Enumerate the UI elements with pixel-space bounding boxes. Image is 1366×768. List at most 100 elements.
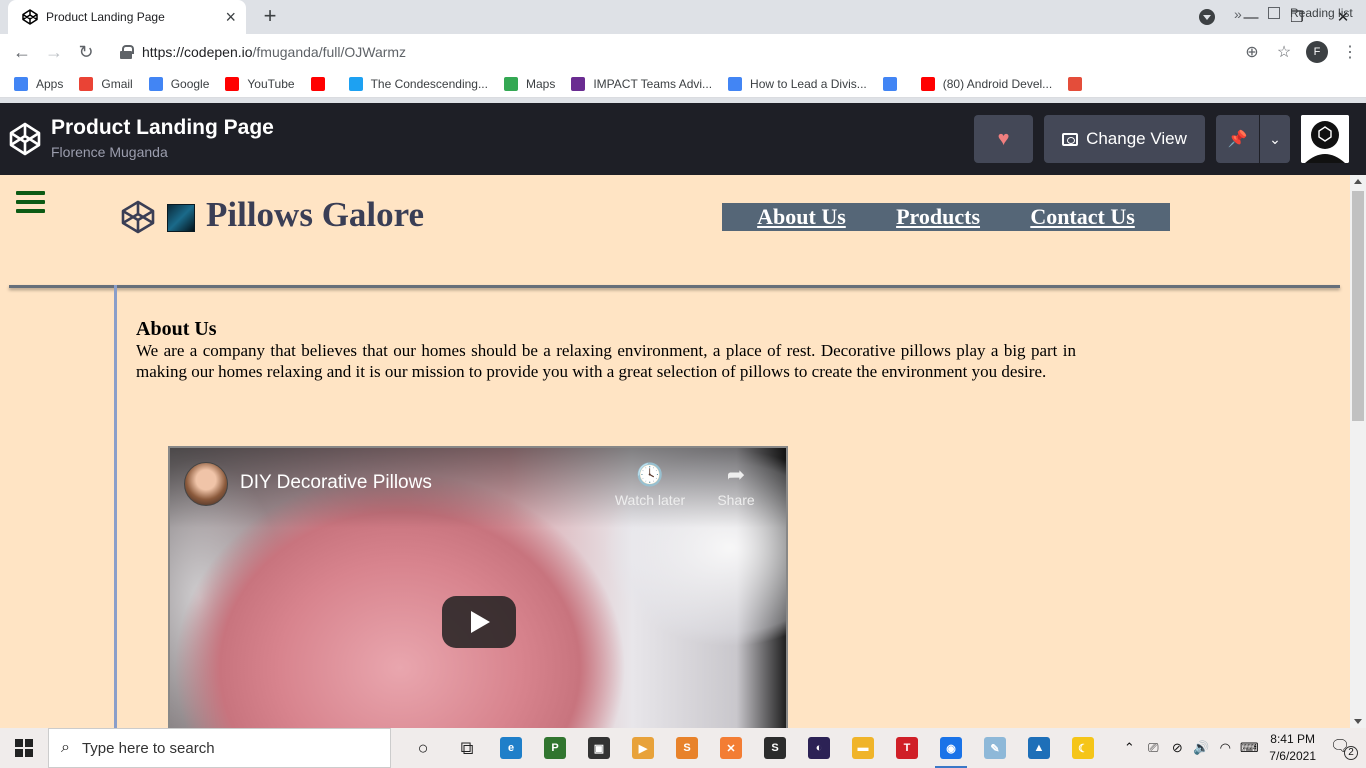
taskbar-app[interactable]: ▶ — [621, 728, 665, 768]
taskbar-search[interactable]: ⌕ Type here to search — [48, 728, 391, 768]
media-player-icon: ▶ — [632, 737, 654, 759]
taskbar-search-placeholder: Type here to search — [81, 739, 215, 757]
bookmark-item[interactable] — [310, 76, 333, 91]
notification-center-icon[interactable]: 🗨 2 — [1330, 736, 1358, 760]
tw-icon — [348, 76, 363, 91]
new-tab-button[interactable]: + — [258, 5, 282, 29]
start-button[interactable] — [0, 728, 48, 768]
nav-link-about[interactable]: About Us — [757, 204, 846, 230]
hamburger-menu-icon[interactable] — [16, 191, 45, 213]
pin-button[interactable]: 📌 — [1216, 115, 1259, 163]
bookmark-label: (80) Android Devel... — [942, 76, 1053, 91]
scroll-down-icon[interactable] — [1354, 719, 1362, 724]
content-border — [114, 285, 117, 728]
taskbar-app[interactable]: ⧉ — [445, 728, 489, 768]
tab-close-icon[interactable]: × — [225, 8, 236, 26]
bookmark-item[interactable]: Maps — [503, 76, 556, 91]
bookmarks-overflow-icon[interactable]: » — [1234, 6, 1242, 22]
taskbar-app[interactable]: ✕ — [709, 728, 753, 768]
site-header-image — [167, 204, 195, 232]
bookmark-item[interactable]: IMPACT Teams Advi... — [571, 76, 712, 91]
bookmark-item[interactable] — [882, 76, 905, 91]
video-player[interactable]: DIY Decorative Pillows 🕓 Watch later ➦ S… — [168, 446, 788, 728]
wifi-icon[interactable]: ◠ — [1213, 740, 1237, 756]
windows-taskbar: ⌕ Type here to search ○ ⧉ e P ▣ ▶ S ✕ S ◐ ▬ T ◉ ✎ ▲ ☾ ⌃… — [0, 728, 1366, 768]
taskbar-apps: ○ ⧉ e P ▣ ▶ S ✕ S ◐ ▬ T ◉ ✎ ▲ ☾ — [401, 728, 1105, 768]
back-icon[interactable]: ← — [6, 36, 38, 68]
nav-link-contact[interactable]: Contact Us — [1030, 204, 1135, 230]
pen-author[interactable]: Florence Muganda — [51, 144, 168, 160]
bookmark-item[interactable]: YouTube — [225, 76, 295, 91]
address-bar[interactable]: https://codepen.io/fmuganda/full/OJWarmz — [110, 36, 1294, 68]
bookmark-label: Maps — [525, 76, 556, 91]
change-view-button[interactable]: Change View — [1044, 115, 1205, 163]
codepen-logo-icon[interactable] — [8, 122, 42, 156]
tab-search-icon[interactable] — [1199, 9, 1215, 25]
preview-scrollbar[interactable] — [1350, 175, 1366, 728]
meet-now-icon[interactable]: ⎚ — [1141, 740, 1165, 756]
apps-grid-icon — [14, 76, 28, 91]
bookmark-label: Gmail — [101, 76, 133, 91]
tray-overflow-icon[interactable]: ⌃ — [1117, 740, 1141, 756]
menu-kebab-icon[interactable]: ⋮ — [1334, 42, 1366, 62]
nav-link-products[interactable]: Products — [896, 204, 980, 230]
google-icon — [148, 76, 163, 91]
taskbar-app[interactable]: S — [665, 728, 709, 768]
tab-title: Product Landing Page — [46, 10, 165, 24]
volume-icon[interactable]: 🔊 — [1189, 740, 1213, 756]
reading-list-label: Reading list — [1290, 6, 1353, 20]
impact-icon — [571, 76, 586, 91]
clock-time: 8:41 PM — [1270, 732, 1315, 746]
r-icon — [1068, 76, 1083, 91]
taskbar-app[interactable]: ○ — [401, 728, 445, 768]
taskbar-app[interactable]: e — [489, 728, 533, 768]
taskbar-app[interactable]: ✎ — [973, 728, 1017, 768]
share-button[interactable]: ➦ Share — [696, 462, 776, 508]
video-title[interactable]: DIY Decorative Pillows — [240, 472, 432, 494]
clock-icon: 🕓 — [636, 462, 664, 487]
forward-icon[interactable]: → — [38, 36, 70, 68]
scroll-up-icon[interactable] — [1354, 179, 1362, 184]
watch-later-label: Watch later — [614, 492, 686, 508]
bookmark-item[interactable]: Gmail — [79, 76, 133, 91]
url-text[interactable]: https://codepen.io/fmuganda/full/OJWarmz — [142, 44, 406, 60]
taskbar-app[interactable]: ◉ — [929, 728, 973, 768]
zoom-icon[interactable]: ⊕ — [1236, 42, 1268, 62]
profile-avatar[interactable]: F — [1306, 41, 1328, 63]
taskbar-app[interactable]: ▲ — [1017, 728, 1061, 768]
bookmark-star-icon[interactable]: ☆ — [1268, 42, 1300, 62]
bookmark-item[interactable]: Apps — [14, 76, 63, 91]
reading-list-button[interactable]: Reading list — [1268, 6, 1353, 20]
scroll-thumb[interactable] — [1352, 191, 1364, 421]
pin-dropdown-button[interactable]: ⌄ — [1260, 115, 1290, 163]
taskbar-app[interactable]: S — [753, 728, 797, 768]
input-language-icon[interactable]: ⌨ — [1237, 740, 1261, 756]
lock-icon[interactable] — [120, 45, 134, 59]
heart-button[interactable]: ♥ — [974, 115, 1033, 163]
taskbar-app[interactable]: ☾ — [1061, 728, 1105, 768]
taskbar-app[interactable]: ◐ — [797, 728, 841, 768]
search-icon: ⌕ — [61, 739, 70, 756]
network-off-icon[interactable]: ⊘ — [1165, 740, 1189, 756]
bookmark-item[interactable]: How to Lead a Divis... — [728, 76, 867, 91]
chrome-icon: ◉ — [940, 737, 962, 759]
taskbar-app[interactable]: T — [885, 728, 929, 768]
taskbar-app[interactable]: ▬ — [841, 728, 885, 768]
bookmark-item[interactable]: Google — [148, 76, 209, 91]
heart-icon: ♥ — [997, 127, 1010, 150]
play-button-icon[interactable] — [442, 596, 516, 648]
system-tray: ⌃ ⎚ ⊘ 🔊 ◠ ⌨ 8:41 PM 7/6/2021 🗨 2 — [1117, 728, 1366, 768]
watch-later-button[interactable]: 🕓 Watch later — [610, 462, 690, 508]
night-light-icon: ☾ — [1072, 737, 1094, 759]
taskbar-app[interactable]: ▣ — [577, 728, 621, 768]
user-avatar[interactable] — [1301, 115, 1349, 163]
bookmark-item[interactable] — [1068, 76, 1090, 91]
taskbar-app[interactable]: P — [533, 728, 577, 768]
taskbar-clock[interactable]: 8:41 PM 7/6/2021 — [1269, 731, 1316, 765]
reload-icon[interactable]: ↻ — [70, 36, 102, 68]
site-logo-icon — [121, 200, 155, 234]
browser-tab-active[interactable]: Product Landing Page × — [8, 0, 246, 34]
bookmark-item[interactable]: (80) Android Devel... — [920, 76, 1053, 91]
channel-avatar[interactable] — [184, 462, 228, 506]
bookmark-item[interactable]: The Condescending... — [348, 76, 488, 91]
